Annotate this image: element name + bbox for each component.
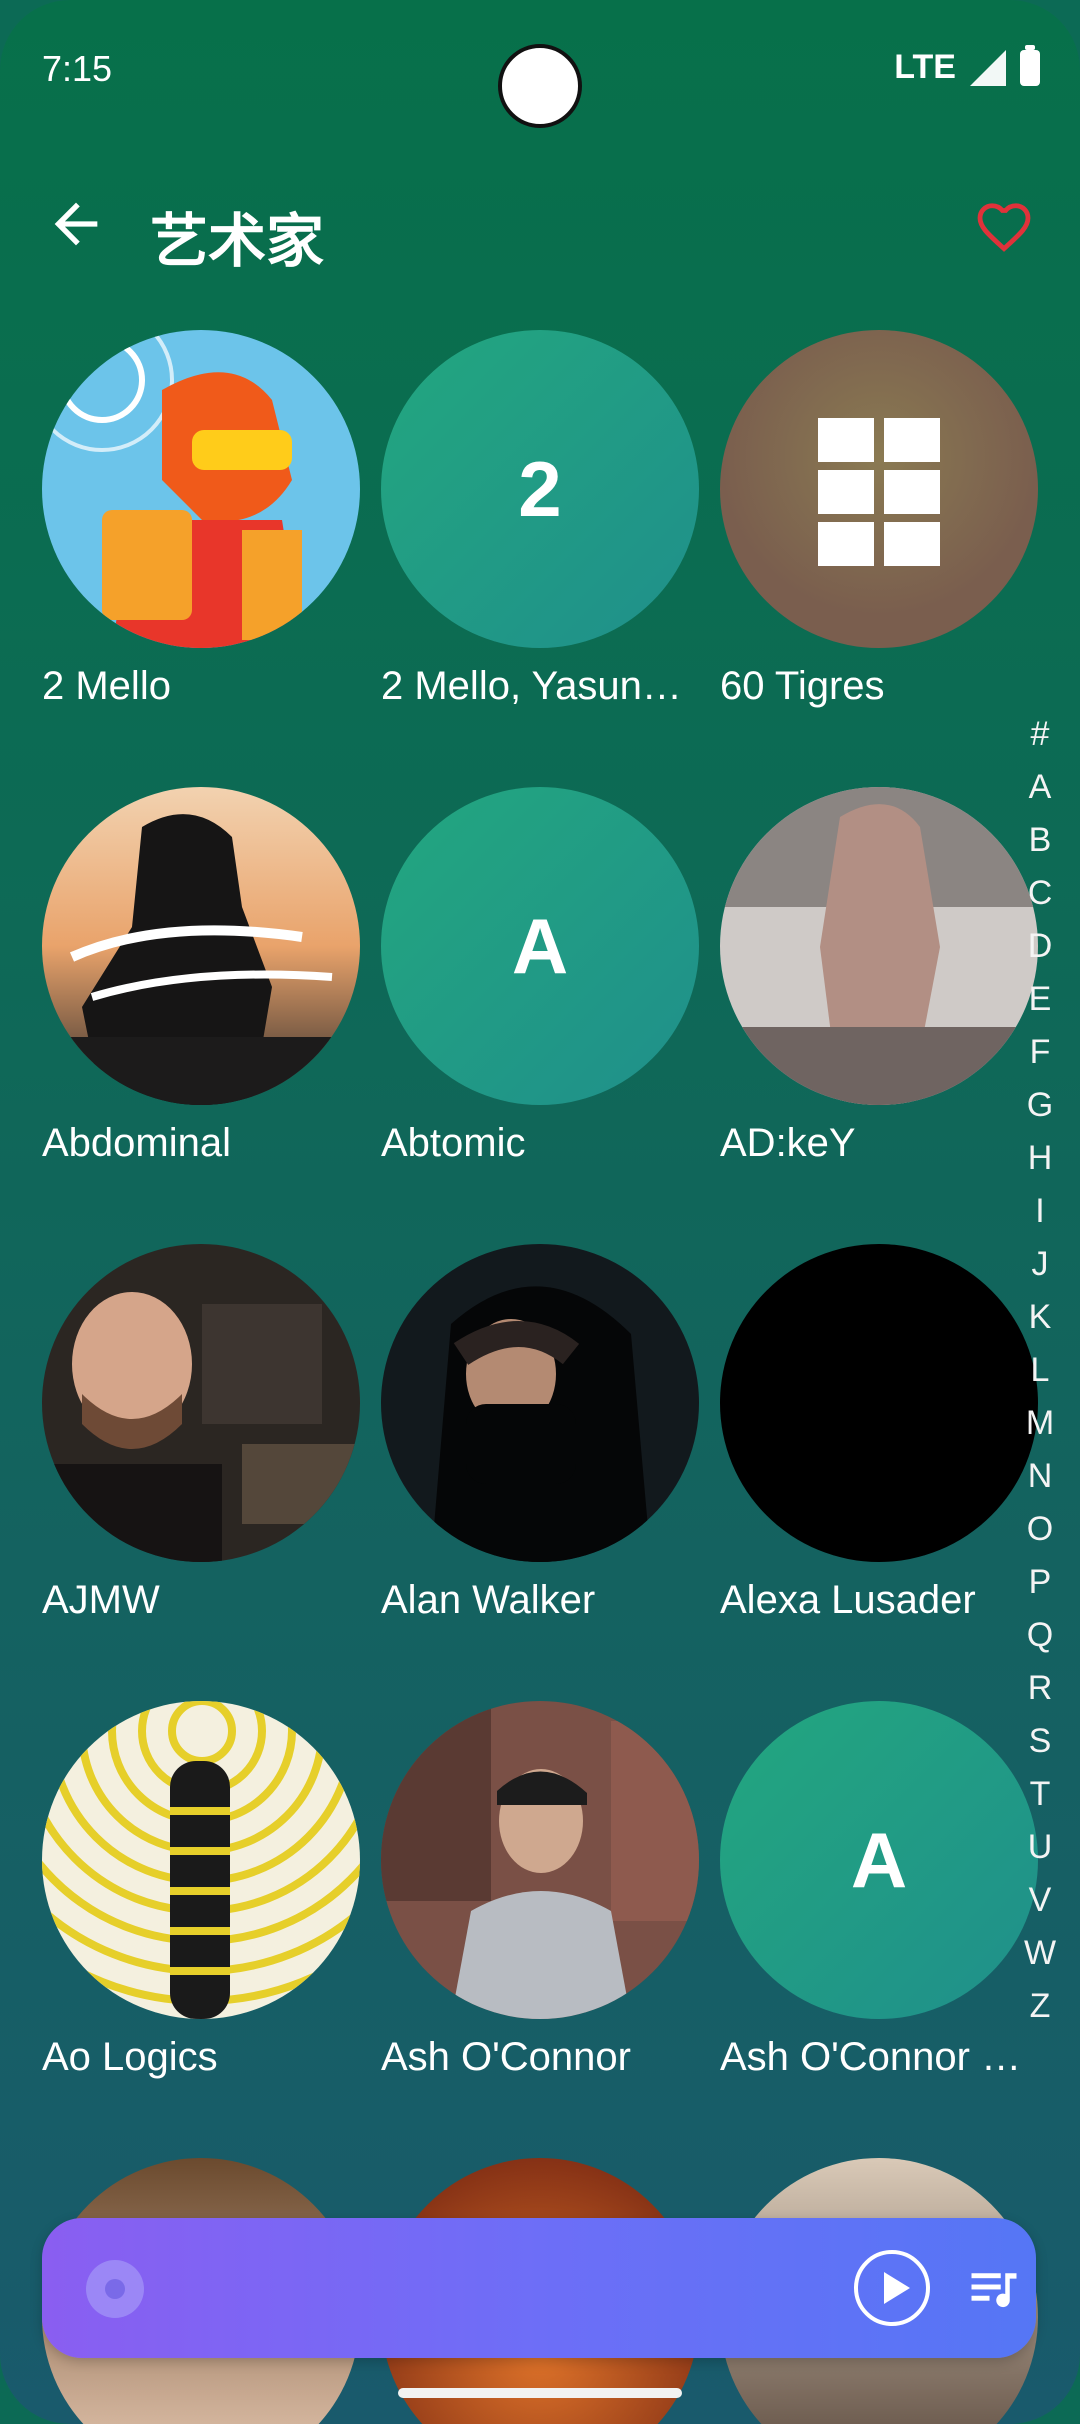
album-disc-icon — [86, 2260, 144, 2318]
alphabet-letter[interactable]: M — [1026, 1397, 1054, 1450]
alphabet-letter[interactable]: K — [1029, 1291, 1052, 1344]
artist-image — [720, 1244, 1038, 1562]
artist-initial: A — [850, 1815, 908, 1904]
alphabet-letter[interactable]: C — [1028, 867, 1053, 920]
mini-player[interactable] — [42, 2218, 1036, 2358]
artist-name: Ash O'Connor … — [720, 2035, 1022, 2079]
camera-cutout — [498, 44, 582, 128]
artist-name: Abdominal — [42, 1121, 232, 1165]
artist-tile[interactable]: 2 2 Mello, Yasun… — [381, 330, 699, 709]
alphabet-letter[interactable]: U — [1028, 1821, 1053, 1874]
screen: 7:15 LTE 艺术家 2 Mello 2 2 Mello, Yasun… 6… — [0, 0, 1080, 2424]
artist-tile[interactable]: Alan Walker — [381, 1244, 699, 1623]
artist-name: 2 Mello — [42, 664, 171, 708]
artist-name: Alexa Lusader — [720, 1578, 976, 1622]
artist-placeholder: A — [381, 787, 699, 1105]
artist-name: AJMW — [42, 1578, 160, 1622]
status-time: 7:15 — [42, 48, 113, 89]
alphabet-letter[interactable]: S — [1029, 1715, 1052, 1768]
artist-tile[interactable]: Alexa Lusader — [720, 1244, 1038, 1623]
artist-placeholder: 2 — [381, 330, 699, 648]
artist-tile[interactable]: A Abtomic — [381, 787, 699, 1166]
queue-music-icon[interactable] — [964, 2262, 1024, 2316]
artist-tile[interactable]: 60 Tigres — [720, 330, 1038, 709]
artist-image — [381, 1701, 699, 2019]
artist-tile[interactable]: A Ash O'Connor … — [720, 1701, 1038, 2080]
alphabet-scroller[interactable]: # A B C D E F G H I J K L M N O P Q R S T U V W Z — [1018, 708, 1062, 2033]
page-title: 艺术家 — [150, 209, 325, 274]
artist-image — [42, 1701, 360, 2019]
artist-name: 2 Mello, Yasun… — [381, 664, 682, 708]
alphabet-letter[interactable]: G — [1027, 1079, 1053, 1132]
alphabet-letter[interactable]: P — [1029, 1556, 1052, 1609]
alphabet-letter[interactable]: L — [1031, 1344, 1050, 1397]
artist-tile[interactable]: AD:keY — [720, 787, 1038, 1166]
alphabet-letter[interactable]: V — [1029, 1874, 1052, 1927]
artist-image — [381, 1244, 699, 1562]
artist-image — [42, 787, 360, 1105]
artist-name: Ao Logics — [42, 2035, 218, 2079]
alphabet-letter[interactable]: Q — [1027, 1609, 1053, 1662]
artist-placeholder: A — [720, 1701, 1038, 2019]
artist-tile[interactable]: Abdominal — [42, 787, 360, 1166]
play-icon[interactable] — [854, 2250, 930, 2326]
alphabet-letter[interactable]: I — [1035, 1185, 1044, 1238]
artist-image — [720, 330, 1038, 648]
battery-icon — [1020, 44, 1040, 86]
heart-icon[interactable] — [972, 194, 1036, 258]
status-icons: LTE — [894, 44, 1040, 87]
artist-name: 60 Tigres — [720, 664, 885, 708]
alphabet-letter[interactable]: D — [1028, 920, 1053, 973]
home-indicator[interactable] — [398, 2388, 682, 2398]
alphabet-letter[interactable]: H — [1028, 1132, 1053, 1185]
artist-image — [42, 1244, 360, 1562]
artist-tile[interactable]: Ao Logics — [42, 1701, 360, 2080]
artist-image — [42, 330, 360, 648]
status-bar: 7:15 LTE — [0, 0, 1080, 140]
alphabet-letter[interactable]: R — [1028, 1662, 1053, 1715]
artist-name: Abtomic — [381, 1121, 526, 1165]
artist-name: Ash O'Connor — [381, 2035, 631, 2079]
artist-tile[interactable]: Ash O'Connor — [381, 1701, 699, 2080]
app-bar: 艺术家 — [0, 170, 1080, 290]
artist-tile[interactable]: AJMW — [42, 1244, 360, 1623]
alphabet-letter[interactable]: A — [1029, 761, 1052, 814]
artist-name: AD:keY — [720, 1121, 856, 1165]
back-arrow-icon[interactable] — [44, 192, 108, 256]
alphabet-letter[interactable]: J — [1032, 1238, 1049, 1291]
signal-icon — [970, 49, 1006, 86]
alphabet-letter[interactable]: B — [1029, 814, 1052, 867]
alphabet-letter[interactable]: Z — [1030, 1980, 1051, 2033]
alphabet-letter[interactable]: T — [1030, 1768, 1051, 1821]
network-label: LTE — [894, 48, 956, 86]
alphabet-letter[interactable]: W — [1024, 1927, 1056, 1980]
artist-name: Alan Walker — [381, 1578, 596, 1622]
artist-tile[interactable]: 2 Mello — [42, 330, 360, 709]
artist-initial: A — [511, 901, 569, 990]
alphabet-letter[interactable]: # — [1031, 708, 1050, 761]
alphabet-letter[interactable]: O — [1027, 1503, 1053, 1556]
artist-initial: 2 — [518, 444, 562, 533]
artist-image — [720, 787, 1038, 1105]
alphabet-letter[interactable]: N — [1028, 1450, 1053, 1503]
alphabet-letter[interactable]: F — [1030, 1026, 1051, 1079]
alphabet-letter[interactable]: E — [1029, 973, 1052, 1026]
